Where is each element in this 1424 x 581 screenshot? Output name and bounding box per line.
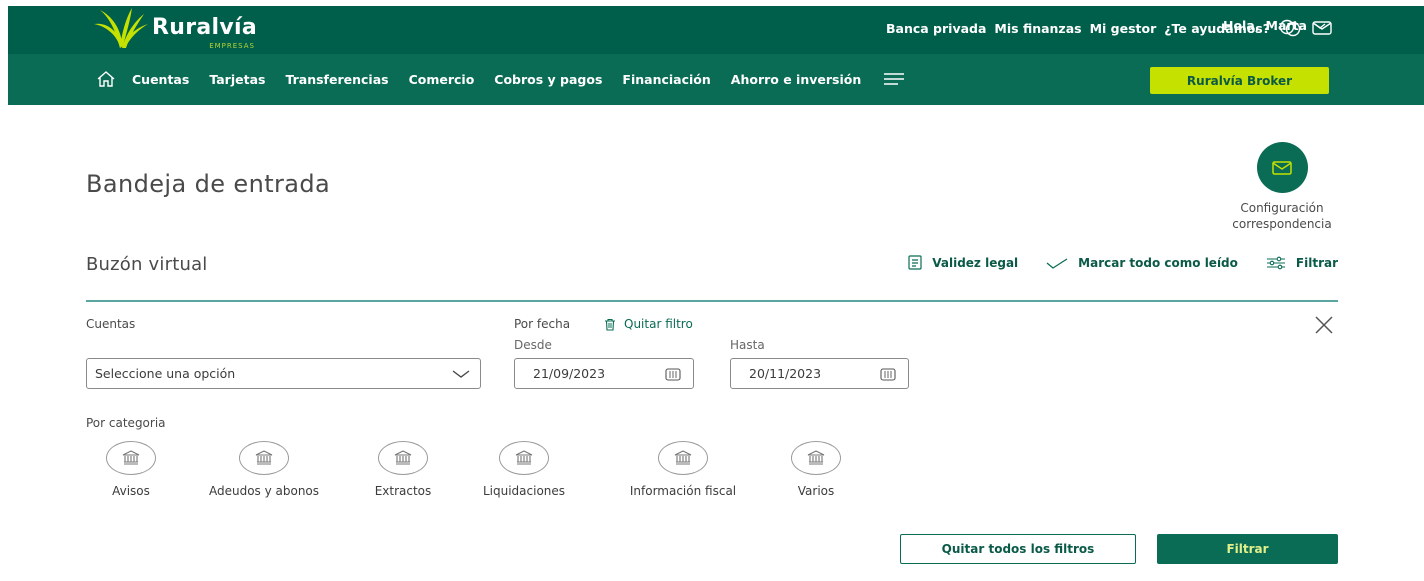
top-bar: Ruralvía EMPRESAS Banca privada Mis fina… — [8, 6, 1424, 54]
category-label-avisos: Avisos — [112, 484, 150, 498]
clear-date-filter-label: Quitar filtro — [624, 317, 693, 331]
close-icon[interactable] — [1313, 314, 1335, 336]
bank-icon — [515, 450, 533, 465]
category-extractos[interactable]: Extractos — [358, 441, 448, 498]
category-label-informacion-fiscal: Información fiscal — [629, 484, 737, 498]
mark-all-read-link[interactable]: Marcar todo como leído — [1046, 256, 1238, 270]
config-label: Configuración correspondencia — [1218, 200, 1346, 232]
brand-logo[interactable]: Ruralvía EMPRESAS — [92, 8, 257, 50]
home-icon[interactable] — [96, 70, 116, 88]
top-link-mi-gestor[interactable]: Mi gestor — [1090, 21, 1157, 36]
brand-text: Ruralvía EMPRESAS — [152, 14, 257, 50]
bank-icon — [394, 450, 412, 465]
main-nav-bar: Cuentas Tarjetas Transferencias Comercio… — [8, 54, 1424, 105]
chevron-down-icon — [452, 369, 470, 378]
category-avisos[interactable]: Avisos — [88, 441, 174, 498]
bank-icon — [807, 450, 825, 465]
nav-item-ahorro-inversion[interactable]: Ahorro e inversión — [731, 72, 861, 87]
nav-item-transferencias[interactable]: Transferencias — [285, 72, 388, 87]
bank-icon — [255, 450, 273, 465]
checkmark-icon — [1046, 257, 1068, 269]
bank-icon — [674, 450, 692, 465]
category-adeudos-abonos-chip — [239, 441, 289, 475]
from-date-label: Desde — [514, 338, 552, 352]
category-varios-chip — [791, 441, 841, 475]
date-filter-label: Por fecha — [514, 317, 571, 331]
main-nav: Cuentas Tarjetas Transferencias Comercio… — [96, 70, 905, 88]
calendar-icon[interactable] — [880, 367, 896, 381]
apply-filter-button[interactable]: Filtrar — [1157, 534, 1338, 564]
category-extractos-chip — [378, 441, 428, 475]
to-date-label: Hasta — [730, 338, 765, 352]
bank-icon — [122, 450, 140, 465]
config-circle — [1256, 142, 1308, 193]
to-date-value: 20/11/2023 — [749, 366, 822, 381]
filter-link-label: Filtrar — [1295, 255, 1338, 270]
config-label-line2: correspondencia — [1232, 217, 1332, 231]
brand-name: Ruralvía — [152, 14, 257, 40]
brand-subtitle: EMPRESAS — [209, 41, 255, 50]
accounts-select[interactable]: Seleccione una opción — [86, 358, 481, 389]
category-label-liquidaciones: Liquidaciones — [482, 484, 566, 498]
nav-item-financiacion[interactable]: Financiación — [622, 72, 710, 87]
category-liquidaciones-chip — [499, 441, 549, 475]
nav-item-tarjetas[interactable]: Tarjetas — [209, 72, 265, 87]
clear-all-filters-button[interactable]: Quitar todos los filtros — [900, 534, 1136, 564]
category-avisos-chip — [106, 441, 156, 475]
clear-date-filter-link[interactable]: Quitar filtro — [604, 317, 693, 331]
top-link-banca-privada[interactable]: Banca privada — [886, 21, 986, 36]
menu-icon[interactable] — [883, 72, 905, 86]
ruralvia-logo-icon — [94, 8, 148, 48]
section-actions: Validez legal Marcar todo como leído Fil… — [880, 255, 1338, 270]
calendar-icon[interactable] — [665, 367, 681, 381]
from-date-value: 21/09/2023 — [533, 366, 606, 381]
mark-all-read-label: Marcar todo como leído — [1078, 255, 1238, 270]
trash-icon — [605, 318, 615, 331]
broker-button[interactable]: Ruralvía Broker — [1150, 67, 1329, 94]
accounts-label: Cuentas — [86, 317, 136, 331]
category-label-extractos: Extractos — [374, 484, 432, 498]
user-name: Marta — [1265, 18, 1307, 33]
category-informacion-fiscal-chip — [658, 441, 708, 475]
legal-validity-label: Validez legal — [932, 255, 1019, 270]
site-header: Ruralvía EMPRESAS Banca privada Mis fina… — [8, 6, 1424, 105]
config-correspondence-button[interactable]: Configuración correspondencia — [1218, 142, 1346, 232]
mail-icon — [1272, 160, 1292, 175]
category-liquidaciones[interactable]: Liquidaciones — [470, 441, 578, 498]
greeting-text: Hola, — [1223, 18, 1260, 33]
section-divider — [86, 300, 1338, 302]
nav-item-cobros-pagos[interactable]: Cobros y pagos — [494, 72, 602, 87]
from-date-field[interactable]: 21/09/2023 — [514, 358, 694, 389]
category-list: Avisos Adeudos y abonos Extractos Liquid… — [86, 441, 866, 501]
user-menu[interactable]: Hola, Marta — [1223, 18, 1327, 33]
legal-validity-link[interactable]: Validez legal — [908, 255, 1018, 270]
document-icon — [908, 255, 922, 270]
section-title: Buzón virtual — [86, 254, 208, 275]
chevron-down-icon — [1314, 22, 1326, 29]
accounts-select-value: Seleccione una opción — [95, 366, 236, 381]
to-date-field[interactable]: 20/11/2023 — [730, 358, 909, 389]
category-varios[interactable]: Varios — [776, 441, 856, 498]
category-informacion-fiscal[interactable]: Información fiscal — [608, 441, 758, 498]
category-label-adeudos-abonos: Adeudos y abonos — [208, 484, 320, 498]
nav-item-comercio[interactable]: Comercio — [409, 72, 475, 87]
nav-item-cuentas[interactable]: Cuentas — [132, 72, 189, 87]
category-adeudos-abonos[interactable]: Adeudos y abonos — [194, 441, 334, 498]
category-label-varios: Varios — [797, 484, 835, 498]
filter-icon — [1266, 256, 1285, 269]
filter-link[interactable]: Filtrar — [1266, 256, 1338, 270]
page-title: Bandeja de entrada — [86, 170, 331, 198]
top-link-mis-finanzas[interactable]: Mis finanzas — [994, 21, 1081, 36]
category-label: Por categoria — [86, 416, 166, 430]
config-label-line1: Configuración — [1240, 201, 1324, 215]
